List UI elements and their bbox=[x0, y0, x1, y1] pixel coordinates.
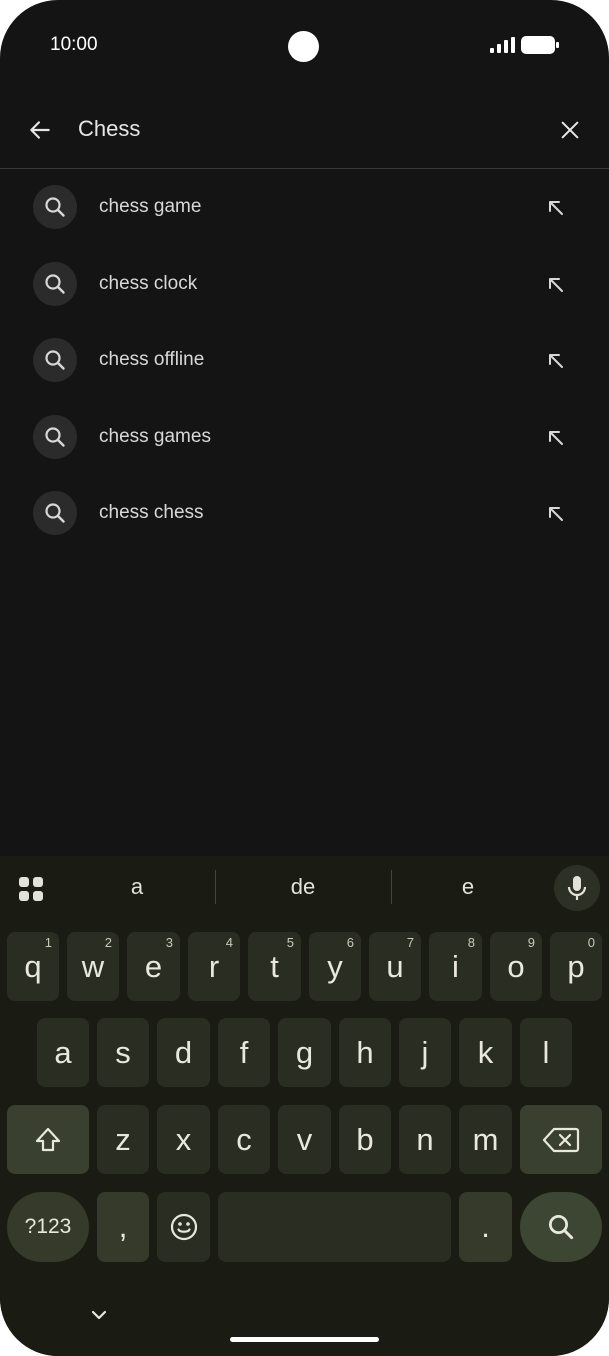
search-input[interactable]: Chess bbox=[78, 116, 140, 142]
prediction-2[interactable]: de bbox=[243, 874, 363, 900]
key-y[interactable]: y6 bbox=[309, 932, 361, 1001]
battery-icon bbox=[521, 36, 559, 54]
fill-query-button[interactable] bbox=[540, 269, 572, 301]
space-key[interactable] bbox=[218, 1192, 451, 1262]
prediction-divider bbox=[391, 870, 392, 904]
keyboard: a de e q1 w2 e3 r4 t5 y6 u7 i8 o9 p0 a s bbox=[0, 856, 609, 1356]
suggestion-item[interactable]: chess games bbox=[0, 400, 609, 477]
key-r[interactable]: r4 bbox=[188, 932, 240, 1001]
key-j[interactable]: j bbox=[399, 1018, 451, 1087]
arrow-back-icon bbox=[30, 121, 50, 139]
search-icon-bubble bbox=[33, 338, 77, 382]
key-v[interactable]: v bbox=[278, 1105, 331, 1174]
search-icon-bubble bbox=[33, 414, 77, 459]
prediction-divider bbox=[215, 870, 216, 904]
emoji-icon bbox=[170, 1213, 197, 1241]
shift-key[interactable] bbox=[7, 1105, 89, 1174]
shift-icon bbox=[35, 1127, 61, 1151]
close-icon bbox=[561, 121, 579, 139]
arrow-up-left-icon bbox=[549, 201, 563, 215]
signal-icon bbox=[490, 37, 515, 53]
key-d[interactable]: d bbox=[157, 1018, 210, 1087]
key-q[interactable]: q1 bbox=[7, 932, 59, 1001]
arrow-up-left-icon bbox=[549, 507, 563, 521]
search-icon-bubble bbox=[33, 261, 77, 306]
key-n[interactable]: n bbox=[399, 1105, 451, 1174]
key-u[interactable]: u7 bbox=[369, 932, 421, 1001]
key-c[interactable]: c bbox=[218, 1105, 270, 1174]
search-icon bbox=[549, 1215, 574, 1240]
suggestion-list: chess game chess clock chess offline che… bbox=[0, 170, 609, 553]
keyboard-toolbar: a de e bbox=[0, 856, 609, 922]
camera-cutout bbox=[288, 31, 319, 62]
suggestion-item[interactable]: chess game bbox=[0, 170, 609, 247]
suggestion-item[interactable]: chess offline bbox=[0, 323, 609, 400]
key-w[interactable]: w2 bbox=[67, 932, 119, 1001]
key-s[interactable]: s bbox=[97, 1018, 149, 1087]
chevron-down-icon bbox=[91, 1310, 107, 1320]
key-h[interactable]: h bbox=[339, 1018, 391, 1087]
fill-query-button[interactable] bbox=[540, 192, 572, 224]
suggestion-label: chess chess bbox=[99, 502, 204, 523]
search-icon bbox=[45, 350, 65, 370]
grid-icon bbox=[19, 877, 43, 901]
suggestion-label: chess offline bbox=[99, 349, 205, 370]
emoji-key[interactable] bbox=[157, 1192, 210, 1262]
arrow-up-left-icon bbox=[549, 354, 563, 368]
fill-query-button[interactable] bbox=[540, 422, 572, 454]
search-icon-bubble bbox=[33, 491, 77, 535]
voice-input-button[interactable] bbox=[554, 865, 600, 911]
key-o[interactable]: o9 bbox=[490, 932, 542, 1001]
key-t[interactable]: t5 bbox=[248, 932, 301, 1001]
suggestion-item[interactable]: chess clock bbox=[0, 247, 609, 324]
search-bar: Chess bbox=[0, 92, 609, 169]
status-bar: 10:00 bbox=[0, 0, 609, 92]
suggestion-label: chess game bbox=[99, 196, 202, 217]
suggestion-label: chess clock bbox=[99, 272, 198, 294]
symbols-key[interactable]: ?123 bbox=[7, 1192, 89, 1262]
key-x[interactable]: x bbox=[157, 1105, 210, 1174]
key-i[interactable]: i8 bbox=[429, 932, 482, 1001]
mic-icon bbox=[567, 876, 587, 900]
suggestion-label: chess games bbox=[99, 425, 211, 447]
arrow-up-left-icon bbox=[549, 430, 563, 445]
key-k[interactable]: k bbox=[459, 1018, 512, 1087]
status-time: 10:00 bbox=[50, 34, 98, 55]
prediction-1[interactable]: a bbox=[77, 874, 197, 900]
back-button[interactable] bbox=[22, 112, 58, 148]
home-indicator[interactable] bbox=[230, 1337, 379, 1342]
suggestion-item[interactable]: chess chess bbox=[0, 476, 609, 553]
phone-screen: 10:00 Chess ch ess game chess clock chess… bbox=[0, 0, 609, 1356]
backspace-key[interactable] bbox=[520, 1105, 602, 1174]
prediction-3[interactable]: e bbox=[408, 874, 528, 900]
period-key[interactable]: . bbox=[459, 1192, 512, 1262]
key-m[interactable]: m bbox=[459, 1105, 512, 1174]
search-icon-bubble bbox=[33, 185, 77, 229]
search-icon bbox=[45, 426, 65, 447]
key-z[interactable]: z bbox=[97, 1105, 149, 1174]
hide-keyboard-button[interactable] bbox=[86, 1302, 112, 1328]
keyboard-apps-button[interactable] bbox=[14, 872, 48, 906]
search-icon bbox=[45, 273, 65, 294]
fill-query-button[interactable] bbox=[540, 498, 572, 530]
key-e[interactable]: e3 bbox=[127, 932, 180, 1001]
key-g[interactable]: g bbox=[278, 1018, 331, 1087]
key-l[interactable]: l bbox=[520, 1018, 572, 1087]
comma-key[interactable]: , bbox=[97, 1192, 149, 1262]
key-b[interactable]: b bbox=[339, 1105, 391, 1174]
search-action-key[interactable] bbox=[520, 1192, 602, 1262]
arrow-up-left-icon bbox=[549, 277, 563, 292]
search-icon bbox=[45, 197, 65, 217]
key-a[interactable]: a bbox=[37, 1018, 89, 1087]
backspace-icon bbox=[542, 1127, 580, 1152]
fill-query-button[interactable] bbox=[540, 345, 572, 377]
search-icon bbox=[45, 503, 65, 523]
clear-search-button[interactable] bbox=[552, 112, 588, 148]
key-p[interactable]: p0 bbox=[550, 932, 602, 1001]
key-f[interactable]: f bbox=[218, 1018, 270, 1087]
